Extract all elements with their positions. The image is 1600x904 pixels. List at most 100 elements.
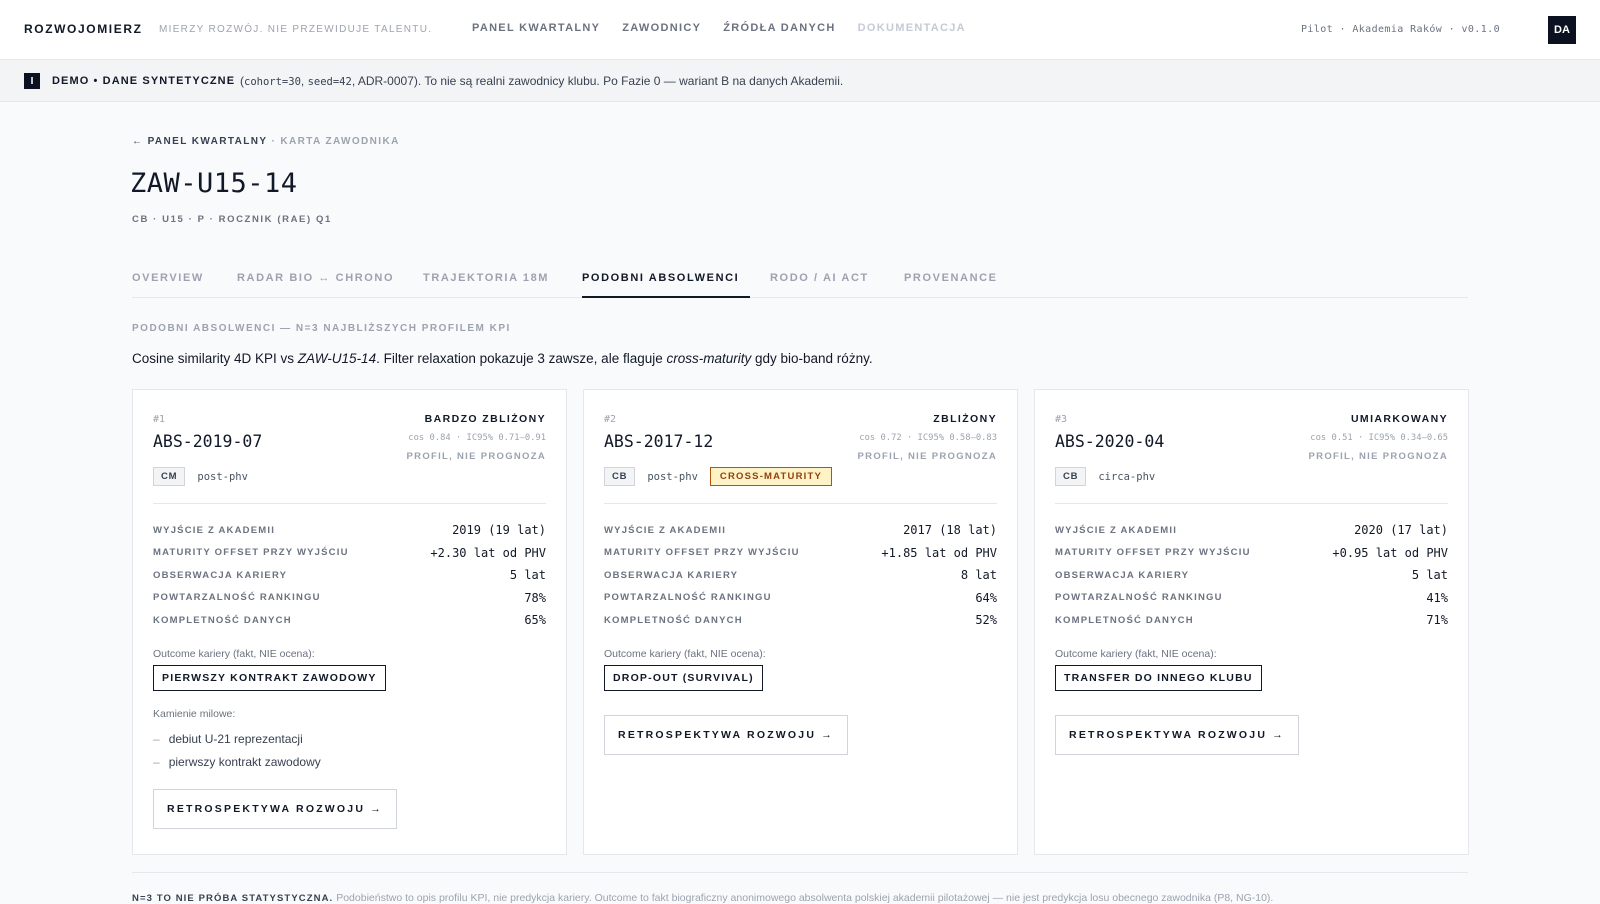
stat-value: 71%	[1426, 613, 1448, 628]
stat-key: POWTARZALNOŚĆ RANKINGU	[604, 592, 772, 604]
bio-band: post-phv	[197, 470, 248, 483]
intro-part-e: gdy bio-band różny.	[751, 351, 873, 366]
milestones-label: Kamienie milowe:	[153, 708, 236, 720]
stat-key: POWTARZALNOŚĆ RANKINGU	[153, 592, 321, 604]
banner-title: DEMO • DANE SYNTETYCZNE	[52, 75, 236, 87]
stat-key: MATURITY OFFSET PRZY WYJŚCIU	[604, 547, 800, 559]
outcome-badge: PIERWSZY KONTRAKT ZAWODOWY	[153, 665, 386, 691]
position-badge: CM	[153, 467, 186, 486]
milestone-item: – pierwszy kontrakt zawodowy	[153, 754, 321, 769]
stat-value: 65%	[524, 613, 546, 628]
card-tags: CB post-phv CROSS-MATURITY	[604, 467, 833, 486]
stat-key: OBSERWACJA KARIERY	[604, 569, 739, 581]
stat-key: WYJŚCIE Z AKADEMII	[153, 524, 276, 536]
brand-logo[interactable]: ROZWOJOMIERZ	[24, 22, 143, 36]
milestone-text: pierwszy kontrakt zawodowy	[168, 754, 321, 769]
milestone-item: – debiut U-21 reprezentacji	[153, 731, 303, 746]
profile-disclaimer: PROFIL, NIE PROGNOZA	[857, 451, 997, 462]
similarity-label: BARDZO ZBLIŻONY	[424, 413, 546, 425]
footnote-strong: N=3 TO NIE PRÓBA STATYSTYCZNA.	[132, 893, 334, 904]
stat-value: 52%	[975, 613, 997, 628]
stat-value: +2.30 lat od PHV	[430, 545, 546, 560]
stat-row: OBSERWACJA KARIERY 8 lat	[604, 564, 997, 587]
retrospective-button[interactable]: RETROSPEKTYWA ROZWOJU →	[1055, 715, 1299, 755]
retrospective-button[interactable]: RETROSPEKTYWA ROZWOJU →	[604, 715, 848, 755]
intro-part-a: Cosine similarity 4D KPI vs	[132, 351, 298, 366]
banner-cohort: cohort=30	[244, 76, 301, 88]
stats-list: WYJŚCIE Z AKADEMII 2019 (19 lat) MATURITY…	[153, 519, 546, 632]
info-icon: I	[24, 73, 40, 89]
stat-row: WYJŚCIE Z AKADEMII 2019 (19 lat)	[153, 519, 546, 542]
stat-row: KOMPLETNOŚĆ DANYCH 65%	[153, 609, 546, 632]
stat-key: KOMPLETNOŚĆ DANYCH	[604, 614, 743, 626]
tab-rodo[interactable]: RODO / AI ACT	[770, 272, 869, 284]
stat-value: 41%	[1426, 590, 1448, 605]
stat-row: MATURITY OFFSET PRZY WYJŚCIU +0.95 lat od…	[1055, 542, 1448, 565]
outcome-badge: DROP-OUT (SURVIVAL)	[604, 665, 763, 691]
stat-value: +0.95 lat od PHV	[1332, 545, 1448, 560]
stat-value: 8 lat	[960, 568, 997, 583]
stat-key: WYJŚCIE Z AKADEMII	[604, 524, 727, 536]
breadcrumb-back-link[interactable]: ← PANEL KWARTALNY	[132, 136, 267, 147]
card-divider	[1055, 503, 1448, 504]
player-meta: CB · U15 · P · ROCZNIK (RAE) Q1	[132, 214, 332, 225]
card-divider	[153, 503, 546, 504]
similarity-label: ZBLIŻONY	[933, 413, 997, 425]
bio-band: circa-phv	[1098, 470, 1156, 483]
avatar[interactable]: DA	[1548, 16, 1576, 44]
stat-row: MATURITY OFFSET PRZY WYJŚCIU +2.30 lat od…	[153, 542, 546, 565]
breadcrumb-sep: ·	[267, 136, 281, 147]
retrospective-button[interactable]: RETROSPEKTYWA ROZWOJU →	[153, 789, 397, 829]
nav-dokumentacja[interactable]: DOKUMENTACJA	[858, 22, 966, 34]
outcome-label: Outcome kariery (fakt, NIE ocena):	[1055, 648, 1217, 660]
milestones-list: – debiut U-21 reprezentacji – pierwszy kon…	[153, 727, 321, 773]
stat-row: KOMPLETNOŚĆ DANYCH 52%	[604, 609, 997, 632]
outcome-label: Outcome kariery (fakt, NIE ocena):	[153, 648, 315, 660]
card-rank: #2	[604, 414, 617, 425]
tab-podobni-absolwenci[interactable]: PODOBNI ABSOLWENCI	[582, 272, 739, 284]
stat-row: OBSERWACJA KARIERY 5 lat	[1055, 564, 1448, 587]
stat-row: WYJŚCIE Z AKADEMII 2017 (18 lat)	[604, 519, 997, 542]
page-title: ZAW-U15-14	[130, 168, 298, 199]
cosine-value: cos 0.72 · IC95% 0.58–0.83	[859, 433, 997, 443]
demo-banner: I DEMO • DANE SYNTETYCZNE (cohort=30, se…	[0, 60, 1600, 102]
top-bar: ROZWOJOMIERZ MIERZY ROZWÓJ. NIE PRZEWIDU…	[0, 0, 1600, 60]
stat-value: 2017 (18 lat)	[903, 523, 997, 538]
stats-list: WYJŚCIE Z AKADEMII 2017 (18 lat) MATURITY…	[604, 519, 997, 632]
profile-disclaimer: PROFIL, NIE PROGNOZA	[406, 451, 546, 462]
tab-trajektoria[interactable]: TRAJEKTORIA 18M	[423, 272, 549, 284]
card-tags: CB circa-phv	[1055, 467, 1167, 486]
cosine-value: cos 0.51 · IC95% 0.34–0.65	[1310, 433, 1448, 443]
position-badge: CB	[604, 467, 636, 486]
stat-row: KOMPLETNOŚĆ DANYCH 71%	[1055, 609, 1448, 632]
active-tab-indicator	[582, 296, 750, 298]
stat-key: MATURITY OFFSET PRZY WYJŚCIU	[153, 547, 349, 559]
similarity-label: UMIARKOWANY	[1350, 413, 1448, 425]
tab-provenance[interactable]: PROVENANCE	[904, 272, 998, 284]
intro-player-id: ZAW-U15-14	[297, 351, 377, 366]
profile-disclaimer: PROFIL, NIE PROGNOZA	[1308, 451, 1448, 462]
graduate-id: ABS-2017-12	[604, 432, 714, 451]
tab-overview[interactable]: OVERVIEW	[132, 272, 204, 284]
stat-value: 78%	[524, 590, 546, 605]
stat-key: KOMPLETNOŚĆ DANYCH	[153, 614, 292, 626]
stat-value: 5 lat	[509, 568, 546, 583]
footer-divider	[132, 872, 1468, 873]
banner-sep: ,	[300, 74, 308, 88]
milestone-text: debiut U-21 reprezentacji	[168, 731, 303, 746]
stat-key: KOMPLETNOŚĆ DANYCH	[1055, 614, 1194, 626]
banner-text: (cohort=30, seed=42, ADR-0007). To nie s…	[240, 74, 843, 88]
main-nav: PANEL KWARTALNY ZAWODNICY ŹRÓDŁA DANYCH …	[472, 22, 988, 34]
stat-key: MATURITY OFFSET PRZY WYJŚCIU	[1055, 547, 1251, 559]
nav-zawodnicy[interactable]: ZAWODNICY	[622, 22, 701, 34]
graduate-card-2: #2 ABS-2017-12 ZBLIŻONY cos 0.72 · IC95%…	[583, 389, 1018, 855]
stat-row: OBSERWACJA KARIERY 5 lat	[153, 564, 546, 587]
tab-radar[interactable]: RADAR BIO ↔ CHRONO	[237, 272, 394, 284]
stat-row: POWTARZALNOŚĆ RANKINGU 41%	[1055, 587, 1448, 610]
nav-zrodla-danych[interactable]: ŹRÓDŁA DANYCH	[723, 22, 835, 34]
nav-panel-kwartalny[interactable]: PANEL KWARTALNY	[472, 22, 600, 34]
banner-rest: , ADR-0007). To nie są realni zawodnicy …	[351, 74, 844, 88]
stat-row: WYJŚCIE Z AKADEMII 2020 (17 lat)	[1055, 519, 1448, 542]
stat-key: WYJŚCIE Z AKADEMII	[1055, 524, 1178, 536]
banner-seed: seed=42	[307, 76, 352, 88]
